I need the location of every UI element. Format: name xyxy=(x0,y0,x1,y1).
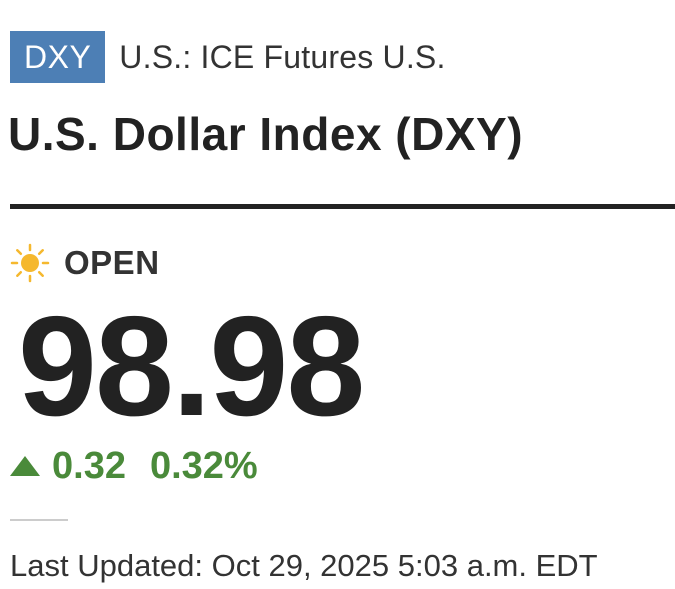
up-arrow-icon xyxy=(10,456,40,476)
sun-icon xyxy=(10,243,50,283)
page-title: U.S. Dollar Index (DXY) xyxy=(8,108,524,160)
last-updated-timestamp: Last Updated: Oct 29, 2025 5:03 a.m. EDT xyxy=(10,548,598,583)
market-status: OPEN xyxy=(10,243,160,283)
ticker-header: DXY U.S.: ICE Futures U.S. xyxy=(10,31,446,83)
market-status-label: OPEN xyxy=(64,244,160,281)
price-change: 0.32 0.32% xyxy=(10,442,258,490)
exchange-label: U.S.: ICE Futures U.S. xyxy=(119,38,446,75)
title-divider xyxy=(10,204,675,209)
change-point: 0.32 xyxy=(52,445,126,487)
last-price: 98.98 xyxy=(18,287,365,446)
divider xyxy=(10,519,68,521)
ticker-badge[interactable]: DXY xyxy=(10,31,106,83)
change-percent: 0.32% xyxy=(149,445,258,487)
